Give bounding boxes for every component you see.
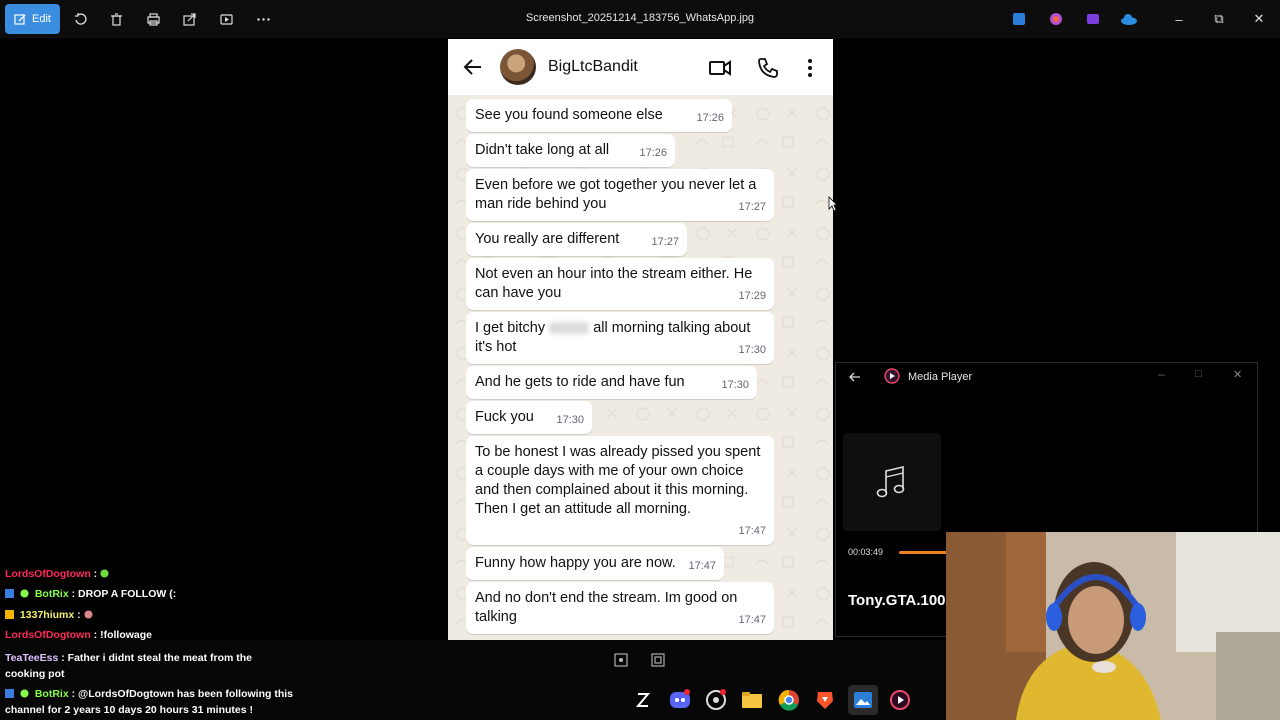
minimize-icon[interactable]: –	[1158, 367, 1165, 381]
file-title: Screenshot_20251214_183756_WhatsApp.jpg	[525, 12, 755, 24]
file-explorer-icon[interactable]	[741, 690, 763, 710]
subscriber-badge-icon	[5, 610, 14, 619]
censored-blur	[549, 322, 590, 335]
message-bubble[interactable]: You really are different 17:27	[466, 223, 687, 256]
whatsapp-screenshot: BigLtcBandit See you found someone else …	[448, 39, 833, 640]
minimize-icon[interactable]: –	[1171, 11, 1187, 27]
video-call-icon[interactable]	[708, 56, 732, 80]
delete-icon[interactable]	[106, 9, 126, 29]
verified-badge-icon	[20, 589, 29, 598]
mouse-cursor-icon	[828, 196, 838, 212]
desktop-screen: Edit Screenshot_20251214_183756_WhatsApp…	[0, 0, 1280, 720]
bot-badge-icon	[5, 589, 14, 598]
print-icon[interactable]	[143, 9, 163, 29]
chat-message: LordsOfDogtown : !followage	[5, 629, 152, 641]
back-arrow-icon[interactable]	[848, 370, 862, 384]
media-player-taskbar-icon[interactable]	[889, 689, 911, 711]
chat-message: LordsOfDogtown :	[5, 568, 112, 580]
music-note-icon	[876, 465, 905, 498]
emote-icon	[83, 610, 93, 619]
menu-dots-icon[interactable]	[798, 56, 822, 80]
actual-size-icon[interactable]	[651, 653, 665, 667]
media-player-title: Media Player	[908, 371, 973, 383]
slideshow-icon[interactable]	[216, 9, 236, 29]
photos-app-icon	[854, 692, 872, 708]
media-player-app-icon	[884, 368, 900, 384]
message-bubble[interactable]: Funny how happy you are now. 17:47	[466, 547, 724, 580]
album-art	[843, 433, 941, 531]
edit-icon	[14, 13, 26, 25]
message-bubble[interactable]: Fuck you 17:30	[466, 401, 592, 434]
restore-icon[interactable]: ⧉	[1211, 11, 1227, 27]
message-bubble[interactable]: To be honest I was already pissed you sp…	[466, 436, 774, 545]
chat-message: 1337hiumx :	[5, 609, 96, 621]
obs-icon[interactable]	[705, 689, 727, 711]
back-arrow-icon[interactable]	[462, 56, 484, 78]
webcam-feed	[946, 532, 1280, 720]
elapsed-time: 00:03:49	[848, 547, 884, 557]
chat-message: BotRix : DROP A FOLLOW (:	[5, 588, 176, 600]
phone-call-icon[interactable]	[756, 56, 780, 80]
streamer-webcam	[946, 532, 1280, 720]
message-bubble[interactable]: Didn't take long at all 17:26	[466, 134, 675, 167]
maximize-icon[interactable]: □	[1195, 368, 1202, 380]
edit-label: Edit	[32, 13, 51, 25]
message-bubble[interactable]: Even before we got together you never le…	[466, 169, 774, 221]
verified-badge-icon	[20, 689, 29, 698]
close-icon[interactable]: ✕	[1251, 11, 1267, 27]
message-bubble[interactable]: I get bitchy all morning talking about i…	[466, 312, 774, 364]
message-bubble[interactable]: Not even an hour into the stream either.…	[466, 258, 774, 310]
track-title: Tony.GTA.100	[848, 592, 946, 609]
stream-chat-overlay: LordsOfDogtown : BotRix : DROP A FOLLOW …	[0, 565, 295, 720]
photos-taskbar-button[interactable]	[848, 685, 878, 715]
close-icon[interactable]: ✕	[1233, 368, 1242, 381]
message-bubble[interactable]: And he gets to ride and have fun 17:30	[466, 366, 757, 399]
fit-to-window-icon[interactable]	[614, 653, 628, 667]
brave-icon[interactable]	[815, 689, 835, 711]
edit-button[interactable]: Edit	[5, 4, 60, 34]
share-icon[interactable]	[179, 9, 199, 29]
chat-message: TeaTeeEss : Father i didnt steal the mea…	[5, 652, 253, 680]
photos-app-icon[interactable]	[1009, 9, 1029, 29]
contact-name[interactable]: BigLtcBandit	[548, 58, 638, 76]
more-options-icon[interactable]	[253, 9, 273, 29]
message-bubble[interactable]: See you found someone else 17:26	[466, 99, 732, 132]
avatar[interactable]	[500, 49, 536, 85]
bot-badge-icon	[5, 689, 14, 698]
photos-titlebar: Edit Screenshot_20251214_183756_WhatsApp…	[0, 0, 1280, 38]
app-z-icon[interactable]	[636, 691, 650, 709]
chrome-icon[interactable]	[778, 689, 800, 711]
discord-icon[interactable]	[669, 689, 691, 711]
copilot-icon[interactable]	[1046, 9, 1066, 29]
clipchamp-icon[interactable]	[1083, 9, 1103, 29]
progress-bar[interactable]	[899, 551, 947, 554]
message-bubble[interactable]: And no don't end the stream. Im good on …	[466, 582, 774, 634]
onedrive-icon[interactable]	[1119, 9, 1139, 29]
rotate-icon[interactable]	[70, 9, 90, 29]
chat-message: BotRix : @LordsOfDogtown has been follow…	[5, 688, 294, 716]
emote-icon	[100, 569, 109, 578]
chat-header: BigLtcBandit	[448, 39, 833, 95]
